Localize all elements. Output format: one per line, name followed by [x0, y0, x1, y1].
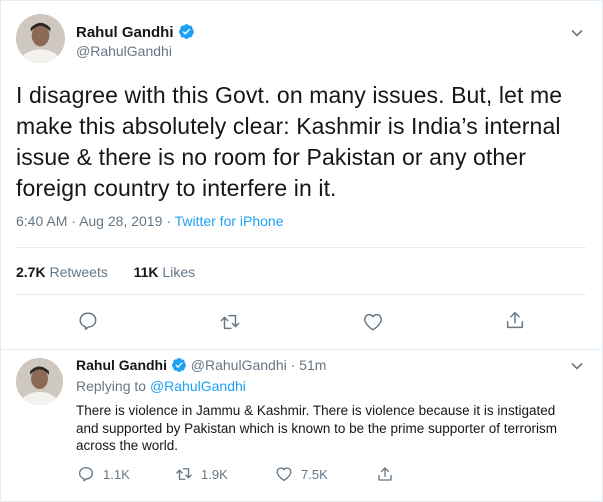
likes-stat[interactable]: 11K Likes	[134, 264, 196, 280]
meta-separator: ·	[71, 213, 76, 229]
avatar-photo	[16, 358, 63, 405]
tweet-stats: 2.7K Retweets 11K Likes	[16, 264, 195, 280]
share-icon	[378, 467, 392, 481]
author-name[interactable]: Rahul Gandhi	[76, 23, 195, 41]
replying-handle-link[interactable]: @RahulGandhi	[150, 378, 246, 394]
share-action[interactable]	[376, 465, 402, 483]
reply-text: There is violence in Jammu & Kashmir. Th…	[76, 403, 557, 453]
retweet-icon	[176, 468, 192, 480]
like-count: 7.5K	[301, 466, 328, 482]
author-name[interactable]: Rahul Gandhi	[76, 357, 167, 373]
share-icon[interactable]	[504, 309, 526, 331]
author-name-text[interactable]: Rahul Gandhi	[76, 24, 174, 41]
like-icon[interactable]	[362, 311, 384, 333]
like-icon	[276, 467, 292, 482]
verified-badge-icon	[178, 23, 195, 40]
retweet-icon[interactable]	[219, 311, 241, 333]
tweet-date[interactable]: Aug 28, 2019	[79, 213, 162, 229]
author-handle[interactable]: @RahulGandhi	[191, 357, 287, 373]
meta-separator: ·	[290, 357, 296, 373]
avatar[interactable]	[16, 358, 63, 405]
tweet-meta: 6:40 AM · Aug 28, 2019 · Twitter for iPh…	[16, 213, 284, 229]
reply-count: 1.1K	[103, 466, 130, 482]
tweet-source[interactable]: Twitter for iPhone	[175, 213, 284, 229]
likes-count: 11K	[133, 264, 159, 280]
verified-badge-icon	[171, 357, 187, 373]
author-handle[interactable]: @RahulGandhi	[76, 43, 172, 59]
tweet-age[interactable]: 51m	[299, 357, 326, 373]
chevron-down-icon[interactable]	[570, 361, 584, 371]
likes-label: Likes	[162, 264, 196, 280]
meta-separator: ·	[166, 213, 171, 229]
avatar-photo	[16, 14, 65, 63]
reply-icon[interactable]	[77, 310, 99, 332]
replying-to: Replying to @RahulGandhi	[76, 378, 246, 394]
chevron-down-icon[interactable]	[570, 28, 584, 38]
avatar[interactable]	[16, 14, 65, 63]
reply-action[interactable]: 1.1K	[77, 465, 130, 483]
retweets-count: 2.7K	[16, 264, 46, 280]
divider	[16, 294, 586, 295]
retweets-stat[interactable]: 2.7K Retweets	[16, 264, 108, 280]
divider	[16, 247, 586, 248]
replying-label: Replying to	[76, 378, 147, 394]
retweet-count: 1.9K	[201, 466, 228, 482]
retweet-action[interactable]: 1.9K	[175, 465, 228, 483]
reply-header: Rahul Gandhi @RahulGandhi · 51m	[76, 357, 326, 373]
tweet-separator	[0, 349, 603, 350]
tweet-time[interactable]: 6:40 AM	[16, 213, 67, 229]
tweet-text: I disagree with this Govt. on many issue…	[16, 82, 563, 201]
like-action[interactable]: 7.5K	[275, 465, 328, 483]
retweets-label: Retweets	[49, 264, 108, 280]
reply-icon	[78, 466, 93, 482]
